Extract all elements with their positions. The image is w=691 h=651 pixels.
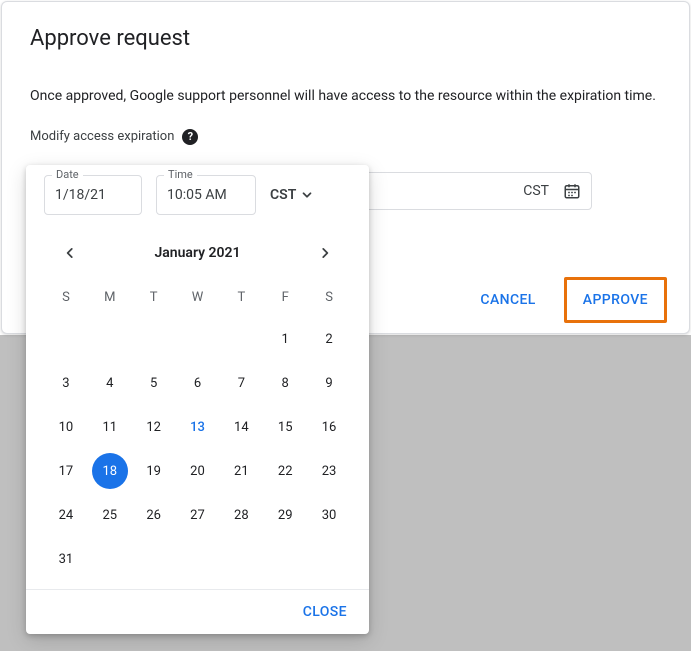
day-of-week-header: S xyxy=(44,277,88,317)
timezone-label: CST xyxy=(270,187,296,203)
picker-actions: CLOSE xyxy=(26,589,369,634)
day-of-week-header: M xyxy=(88,277,132,317)
time-field-label: Time xyxy=(164,168,197,181)
calendar-day[interactable]: 12 xyxy=(132,405,176,449)
calendar-empty-cell xyxy=(219,317,263,361)
calendar-empty-cell xyxy=(132,317,176,361)
calendar-day[interactable]: 1 xyxy=(263,317,307,361)
day-of-week-header: W xyxy=(176,277,220,317)
calendar-day[interactable]: 22 xyxy=(263,449,307,493)
dialog-title: Approve request xyxy=(30,26,661,51)
timezone-display: CST xyxy=(523,183,549,199)
calendar-day[interactable]: 16 xyxy=(307,405,351,449)
dialog-description: Once approved, Google support personnel … xyxy=(30,87,661,107)
calendar-day[interactable]: 10 xyxy=(44,405,88,449)
calendar-day[interactable]: 23 xyxy=(307,449,351,493)
calendar-grid: SMTWTFS123456789101112131415161718192021… xyxy=(26,273,369,581)
help-icon[interactable]: ? xyxy=(182,129,198,145)
calendar-day[interactable]: 17 xyxy=(44,449,88,493)
date-input[interactable] xyxy=(44,175,142,215)
day-of-week-header: S xyxy=(307,277,351,317)
calendar-empty-cell xyxy=(176,317,220,361)
cancel-button[interactable]: CANCEL xyxy=(468,284,547,316)
calendar-day[interactable]: 24 xyxy=(44,493,88,537)
calendar-day[interactable]: 11 xyxy=(88,405,132,449)
calendar-day[interactable]: 27 xyxy=(176,493,220,537)
calendar-day[interactable]: 4 xyxy=(88,361,132,405)
calendar-empty-cell xyxy=(44,317,88,361)
close-button[interactable]: CLOSE xyxy=(291,596,359,628)
calendar-day[interactable]: 28 xyxy=(219,493,263,537)
chevron-down-icon xyxy=(300,188,314,202)
calendar-icon xyxy=(563,182,581,200)
calendar-day[interactable]: 25 xyxy=(88,493,132,537)
calendar-day[interactable]: 19 xyxy=(132,449,176,493)
calendar-day[interactable]: 26 xyxy=(132,493,176,537)
day-of-week-header: F xyxy=(263,277,307,317)
calendar-day[interactable]: 20 xyxy=(176,449,220,493)
month-navigation: January 2021 xyxy=(26,227,369,273)
modify-expiration-row: Modify access expiration ? xyxy=(30,129,661,145)
calendar-day[interactable]: 15 xyxy=(263,405,307,449)
calendar-empty-cell xyxy=(88,317,132,361)
approve-button[interactable]: APPROVE xyxy=(569,282,662,318)
calendar-day[interactable]: 31 xyxy=(44,537,88,581)
chevron-right-icon xyxy=(318,246,332,260)
modify-expiration-label: Modify access expiration xyxy=(30,129,174,144)
calendar-day[interactable]: 7 xyxy=(219,361,263,405)
chevron-left-icon xyxy=(63,246,77,260)
calendar-day[interactable]: 21 xyxy=(219,449,263,493)
time-input[interactable] xyxy=(156,175,256,215)
calendar-day[interactable]: 2 xyxy=(307,317,351,361)
time-field-wrapper: Time xyxy=(156,175,256,215)
date-field-label: Date xyxy=(52,168,83,181)
date-time-picker: Date Time CST January 2021 SMTWTFS123456… xyxy=(26,165,369,634)
prev-month-button[interactable] xyxy=(56,239,84,267)
calendar-day[interactable]: 30 xyxy=(307,493,351,537)
calendar-day[interactable]: 9 xyxy=(307,361,351,405)
calendar-day[interactable]: 14 xyxy=(219,405,263,449)
next-month-button[interactable] xyxy=(311,239,339,267)
calendar-day[interactable]: 18 xyxy=(88,449,132,493)
date-field-wrapper: Date xyxy=(44,175,142,215)
date-time-inputs-row: Date Time CST xyxy=(26,175,369,227)
approve-highlight-box: APPROVE xyxy=(564,277,667,323)
day-of-week-header: T xyxy=(219,277,263,317)
calendar-day[interactable]: 8 xyxy=(263,361,307,405)
day-of-week-header: T xyxy=(132,277,176,317)
timezone-dropdown[interactable]: CST xyxy=(270,175,314,215)
month-title: January 2021 xyxy=(154,245,240,261)
calendar-day[interactable]: 13 xyxy=(176,405,220,449)
calendar-day[interactable]: 3 xyxy=(44,361,88,405)
calendar-day[interactable]: 29 xyxy=(263,493,307,537)
calendar-day[interactable]: 5 xyxy=(132,361,176,405)
calendar-day[interactable]: 6 xyxy=(176,361,220,405)
dialog-actions: CANCEL APPROVE xyxy=(468,277,667,323)
